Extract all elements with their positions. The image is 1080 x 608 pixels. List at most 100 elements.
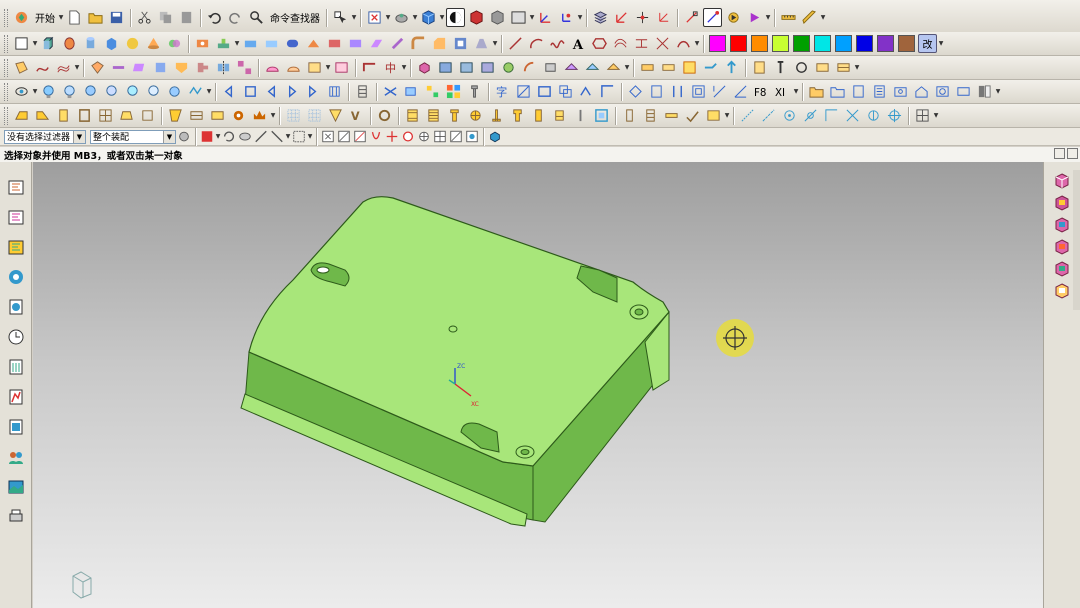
hollow-icon[interactable]: [535, 82, 554, 101]
core-cube-icon[interactable]: [1050, 215, 1074, 235]
sheet-icon[interactable]: [305, 58, 324, 77]
through-curves-icon[interactable]: [33, 58, 52, 77]
return-pin-icon[interactable]: [529, 106, 548, 125]
history-icon[interactable]: [954, 82, 973, 101]
save-icon[interactable]: [107, 8, 126, 27]
chevron-down-icon[interactable]: ▼: [325, 58, 331, 77]
section-view-icon[interactable]: [467, 8, 486, 27]
slot-icon[interactable]: [283, 34, 302, 53]
project-curve-icon[interactable]: [632, 34, 651, 53]
cone-icon[interactable]: [144, 34, 163, 53]
translucent-icon[interactable]: [488, 8, 507, 27]
chevron-down-icon[interactable]: ▼: [694, 34, 700, 53]
move-face-icon[interactable]: [436, 58, 455, 77]
color-swatch[interactable]: [856, 35, 873, 52]
lifter-icon[interactable]: [722, 58, 741, 77]
capture-icon[interactable]: [933, 82, 952, 101]
spin-icon[interactable]: [864, 106, 883, 125]
sheet-metal-icon[interactable]: [360, 58, 379, 77]
toolbar-grip[interactable]: [4, 8, 8, 27]
ambient-light-icon[interactable]: [102, 82, 121, 101]
render-style-icon[interactable]: [446, 8, 465, 27]
ejector-sleeve-icon[interactable]: [550, 106, 569, 125]
gate-icon[interactable]: [813, 58, 832, 77]
core-cavity-icon[interactable]: [680, 58, 699, 77]
support-pin-icon[interactable]: [487, 106, 506, 125]
color-swatch[interactable]: [877, 35, 894, 52]
make-coaxial-icon[interactable]: [583, 58, 602, 77]
interpart-icon[interactable]: [423, 82, 442, 101]
frame-control-icon[interactable]: [325, 82, 344, 101]
box-select-icon[interactable]: [292, 130, 306, 144]
groove-icon[interactable]: [304, 34, 323, 53]
color-swatch[interactable]: [835, 35, 852, 52]
thread-icon[interactable]: [325, 34, 344, 53]
reuse-library-icon[interactable]: [5, 265, 27, 289]
pocket-icon[interactable]: [241, 34, 260, 53]
part-list-icon[interactable]: [870, 82, 889, 101]
chevron-down-icon[interactable]: ▼: [995, 82, 1001, 101]
offset-curve-icon[interactable]: [611, 34, 630, 53]
line-icon[interactable]: [506, 34, 525, 53]
shrinkage-icon[interactable]: [54, 106, 73, 125]
restore-icon[interactable]: [1054, 148, 1065, 159]
grid-icon[interactable]: [284, 106, 303, 125]
system-scenes-icon[interactable]: [5, 475, 27, 499]
drawing-icon[interactable]: [626, 82, 645, 101]
snap-control-icon[interactable]: [369, 130, 383, 144]
edit-layer-button[interactable]: 改: [918, 34, 937, 53]
color-swatch[interactable]: [814, 35, 831, 52]
snap-arrow-icon[interactable]: [724, 8, 743, 27]
split-body-icon[interactable]: [388, 34, 407, 53]
prev-frame-icon[interactable]: [220, 82, 239, 101]
chevron-down-icon[interactable]: ▼: [854, 58, 860, 77]
view-triad-icon[interactable]: [913, 106, 932, 125]
chevron-down-icon[interactable]: ▼: [206, 82, 212, 101]
resize-blend-icon[interactable]: [520, 58, 539, 77]
v-block-icon[interactable]: V: [347, 106, 366, 125]
chevron-down-icon[interactable]: ▼: [215, 127, 221, 146]
mold-tools-icon[interactable]: [229, 106, 248, 125]
snap-end-icon[interactable]: [703, 8, 722, 27]
offset-face-icon[interactable]: [130, 58, 149, 77]
view-select-icon[interactable]: [488, 130, 502, 144]
layer-settings-icon[interactable]: [591, 8, 610, 27]
arc-icon[interactable]: [527, 34, 546, 53]
graphics-window[interactable]: ZC XC: [33, 162, 1043, 608]
chevron-down-icon[interactable]: ▼: [765, 8, 771, 27]
chamfer-icon[interactable]: [430, 34, 449, 53]
text-icon[interactable]: A: [569, 34, 588, 53]
type-filter-icon[interactable]: [254, 130, 268, 144]
tools-icon[interactable]: [138, 106, 157, 125]
fit-view-icon[interactable]: [365, 8, 384, 27]
runner-icon[interactable]: [834, 58, 853, 77]
grey-block-icon[interactable]: [975, 82, 994, 101]
base-plate-icon[interactable]: [403, 106, 422, 125]
linked-body-icon[interactable]: [402, 82, 421, 101]
parting-mgr-icon[interactable]: [166, 106, 185, 125]
block-icon[interactable]: [102, 34, 121, 53]
workpiece-icon[interactable]: [75, 106, 94, 125]
selection-icon[interactable]: [331, 8, 350, 27]
chevron-down-icon[interactable]: ▼: [32, 82, 38, 101]
mold-assembly-icon[interactable]: [250, 106, 269, 125]
blend-icon[interactable]: [409, 34, 428, 53]
spline-icon[interactable]: [548, 34, 567, 53]
plates-icon[interactable]: [424, 106, 443, 125]
select-all-icon[interactable]: [200, 130, 214, 144]
parting-line-icon[interactable]: [187, 106, 206, 125]
soft-blend-icon[interactable]: [284, 58, 303, 77]
make-coplanar-icon[interactable]: [562, 58, 581, 77]
scene-light-icon[interactable]: [123, 82, 142, 101]
intersection-icon[interactable]: [843, 106, 862, 125]
pull-face-icon[interactable]: [457, 58, 476, 77]
center-icon[interactable]: [885, 106, 904, 125]
sketch-icon[interactable]: [12, 34, 31, 53]
part-info-icon[interactable]: [849, 82, 868, 101]
undo-icon[interactable]: [205, 8, 224, 27]
history-navigator-icon[interactable]: [5, 325, 27, 349]
camera-icon[interactable]: [891, 82, 910, 101]
open-folder-icon[interactable]: [86, 8, 105, 27]
group-face-icon[interactable]: [604, 58, 623, 77]
snap-existing-icon[interactable]: [433, 130, 447, 144]
